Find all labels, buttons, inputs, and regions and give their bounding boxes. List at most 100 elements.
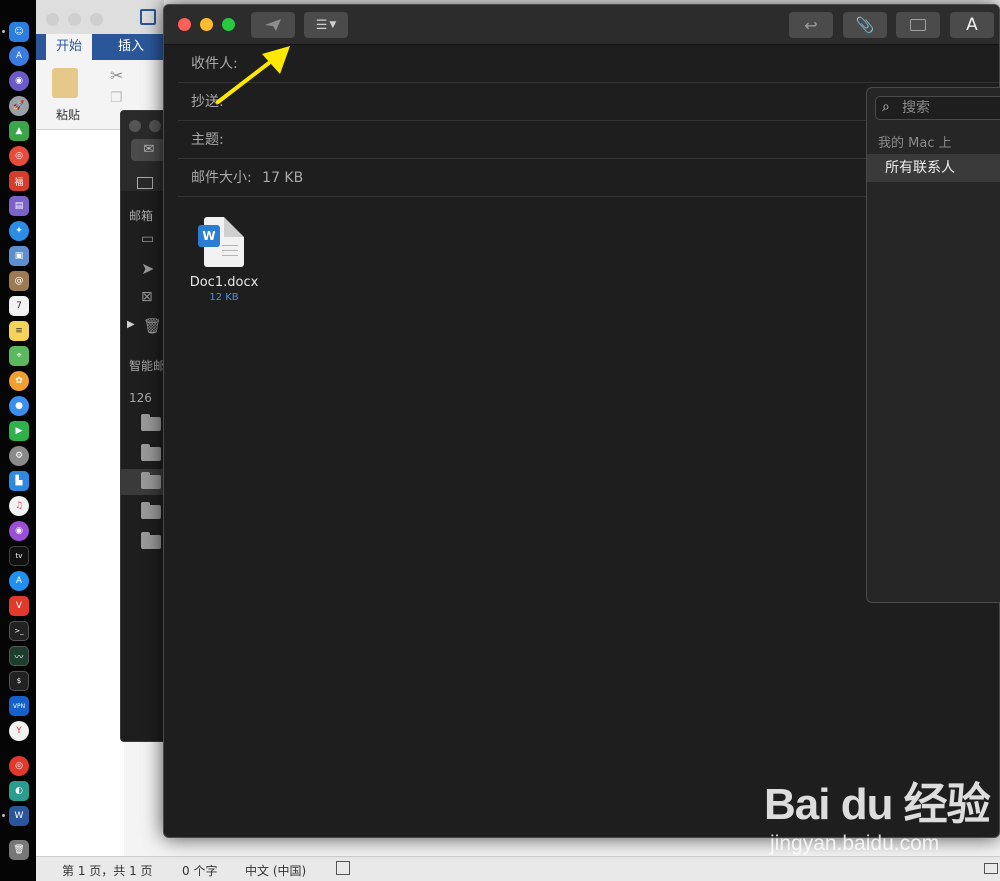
chevron-down-icon: ▼ [329,20,337,30]
mail-close-button[interactable] [129,120,141,132]
view-mode-icon[interactable] [984,863,998,874]
message-size-value: 17 KB [262,170,304,186]
vivaldi-icon[interactable]: V [9,596,29,616]
markup-icon [910,19,926,31]
folder-icon[interactable] [141,414,161,431]
podcasts-icon[interactable]: ◉ [9,521,29,541]
trash-icon[interactable]: 🗑 [9,840,29,860]
status-language[interactable]: 中文 (中国) [245,862,306,879]
calendar-icon[interactable]: 7 [9,296,29,316]
app-store-icon[interactable]: A [9,46,29,66]
close-button[interactable] [178,18,191,31]
android-icon[interactable]: ▲ [9,121,29,141]
screen: 开始 插入 粘贴 ✂ ❐ 第 1 页，共 1 页 0 个字 中文 (中国) ✉ … [0,0,1000,881]
watermark-brand: Bai du 经验 [764,780,991,829]
music-icon[interactable]: ♫ [9,496,29,516]
subject-label: 主题: [191,132,224,148]
finder-icon[interactable]: ☺ [9,22,29,42]
activity-monitor-icon[interactable]: 〰 [9,646,29,666]
compose-titlebar: ☰ ▼ ↩ 📎 A [164,5,999,45]
mailboxes-heading: 邮箱 [129,209,154,223]
send-icon [265,19,281,31]
word-ribbon-tabs: 开始 插入 [34,34,164,60]
format-button[interactable]: A [950,12,994,38]
folder-icon[interactable] [141,472,161,489]
facetime-icon[interactable]: ▶ [9,421,29,441]
reply-button[interactable]: ↩ [789,12,833,38]
search-icon: ⌕ [882,99,890,115]
word-minimize-button[interactable] [68,13,81,26]
send-button[interactable] [251,12,295,38]
annotation-arrow [216,46,290,104]
attach-button[interactable]: 📎 [843,12,887,38]
get-mail-icon[interactable]: ✉ [131,139,167,161]
tab-home[interactable]: 开始 [46,34,93,60]
paste-label[interactable]: 粘贴 [56,106,80,123]
word-logo: W [198,225,220,247]
maps-icon[interactable]: ⌖ [9,346,29,366]
mail-minimize-button[interactable] [149,120,161,132]
app-icon[interactable]: ▤ [9,196,29,216]
search-placeholder: 搜索 [902,100,930,116]
console-icon[interactable]: $ [9,671,29,691]
siri-icon[interactable]: ◉ [9,71,29,91]
contacts-group-header: 我的 Mac 上 [878,136,952,151]
disclosure-triangle-icon[interactable]: ▶ [127,319,135,330]
sent-icon[interactable]: ➤ [141,259,154,278]
status-word-count: 0 个字 [182,864,218,878]
app-icon[interactable]: ◐ [9,781,29,801]
photos-icon[interactable]: ✿ [9,371,29,391]
tab-insert[interactable]: 插入 [108,34,154,60]
word-document-page[interactable] [34,130,124,860]
inbox-icon[interactable]: ▭ [141,231,154,247]
sidebar-toggle-icon[interactable] [140,9,156,25]
contacts-icon[interactable]: @ [9,271,29,291]
list-icon: ☰ [315,17,328,33]
safari-icon[interactable]: ✦ [9,221,29,241]
tv-icon[interactable]: tv [9,546,29,566]
status-page: 第 1 页，共 1 页 [62,864,153,878]
notes-icon[interactable]: ≡ [9,321,29,341]
track-changes-icon[interactable] [336,861,350,875]
minimize-button[interactable] [200,18,213,31]
contacts-search-field[interactable]: ⌕ 搜索 [875,96,1000,120]
reply-arrow-icon: ↩ [804,15,818,35]
preview-icon[interactable]: ▣ [9,246,29,266]
terminal-icon[interactable]: >_ [9,621,29,641]
junk-icon[interactable]: ⊠ [141,289,153,305]
contacts-popover: ⌕ 搜索 我的 Mac 上 所有联系人 [866,87,1000,603]
markup-button[interactable] [896,12,940,38]
word-titlebar [34,0,164,34]
header-fields-button[interactable]: ☰ ▼ [304,12,348,38]
copy-icon[interactable]: ❐ [110,90,123,106]
app-icon[interactable]: 福 [9,171,29,191]
baidu-watermark: Bai du 经验 jingyan.baidu.com [764,768,1000,863]
word-close-button[interactable] [46,13,59,26]
watermark-url: jingyan.baidu.com [770,832,940,855]
folder-icon[interactable] [141,444,161,461]
messages-icon[interactable]: ● [9,396,29,416]
paperclip-icon: 📎 [855,16,875,34]
mailbox-list-toggle-icon[interactable] [137,177,153,189]
folder-icon[interactable] [141,532,161,549]
folder-icon[interactable] [141,502,161,519]
paste-icon[interactable] [52,68,78,98]
netease-music-icon[interactable]: ◎ [9,756,29,776]
zoom-button[interactable] [222,18,235,31]
vpn-icon[interactable]: VPN [9,696,29,716]
system-preferences-icon[interactable]: ⚙ [9,446,29,466]
smart-mailboxes-heading: 智能邮 [129,359,166,373]
app-store-icon[interactable]: A [9,571,29,591]
yandex-icon[interactable]: Y [9,721,29,741]
word-zoom-button[interactable] [90,13,103,26]
keynote-icon[interactable]: ▙ [9,471,29,491]
message-size-label: 邮件大小: [191,170,252,186]
trash-icon[interactable]: 🗑 [143,317,162,335]
cut-icon[interactable]: ✂ [110,66,123,85]
chrome-icon[interactable]: ◎ [9,146,29,166]
account-count: 126 [129,391,152,405]
dock: ☺ A ◉ 🚀 ▲ ◎ 福 ▤ ✦ ▣ @ 7 ≡ ⌖ ✿ ● ▶ ⚙ ▙ ♫ … [0,0,36,881]
word-icon[interactable]: W [9,806,29,826]
contacts-item-all[interactable]: 所有联系人 [867,154,1000,182]
launchpad-icon[interactable]: 🚀 [9,96,29,116]
